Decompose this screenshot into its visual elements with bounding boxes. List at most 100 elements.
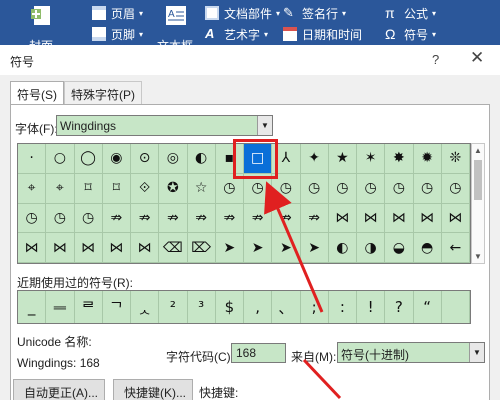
textbox-button[interactable]: A 文本框 — [157, 4, 193, 45]
symbol-cell[interactable]: ◉ — [102, 144, 131, 174]
symbol-cell[interactable]: ⋈ — [46, 233, 75, 263]
wordart-button[interactable]: A 艺术字 ▾ — [205, 24, 268, 44]
shortcut-key-button[interactable]: 快捷键(K)... — [113, 379, 193, 400]
recent-symbol-cell[interactable] — [442, 291, 470, 323]
symbol-cell[interactable]: ◯ — [74, 144, 103, 174]
symbol-cell[interactable]: ◷ — [18, 203, 47, 234]
symbol-cell[interactable]: ⋈ — [441, 203, 470, 234]
recent-symbol-cell[interactable]: ; — [301, 291, 329, 323]
recent-symbols-label: 近期使用过的符号(R): — [17, 276, 133, 290]
symbol-cell[interactable]: ⇏ — [159, 203, 188, 234]
tab-symbols[interactable]: 符号(S) — [10, 81, 64, 105]
symbol-cell[interactable]: ⋈ — [357, 203, 386, 234]
scrollbar-thumb[interactable] — [474, 160, 482, 200]
scroll-down-arrow-icon[interactable]: ▼ — [474, 252, 482, 261]
symbol-cell[interactable]: ◷ — [441, 173, 470, 204]
recent-symbol-cell[interactable]: ? — [385, 291, 414, 323]
symbol-cell[interactable]: ◷ — [328, 173, 357, 204]
symbol-cell[interactable]: ◷ — [46, 203, 75, 234]
recent-symbol-cell[interactable]: ³ — [188, 291, 216, 323]
symbol-cell[interactable]: · — [18, 144, 47, 174]
symbol-cell[interactable]: ⋈ — [328, 203, 357, 234]
cover-button[interactable]: 封面 — [28, 4, 54, 45]
symbol-cell[interactable]: ⌖ — [46, 173, 75, 204]
symbol-cell[interactable]: ⌖ — [18, 173, 47, 204]
symbol-cell[interactable]: ✪ — [159, 173, 188, 204]
symbol-cell[interactable]: ⌫ — [159, 233, 188, 263]
symbol-cell[interactable]: ◐ — [328, 233, 357, 263]
symbol-cell[interactable]: ◓ — [413, 233, 442, 263]
chevron-down-icon[interactable]: ▼ — [257, 116, 272, 135]
symbol-cell[interactable]: ⇏ — [187, 203, 216, 234]
symbol-cell[interactable]: ◷ — [413, 173, 442, 204]
symbol-cell[interactable]: ✸ — [385, 144, 414, 174]
signature-button[interactable]: ✎ 签名行 ▾ — [283, 3, 346, 23]
symbol-cell[interactable]: ◒ — [385, 233, 414, 263]
symbol-cell[interactable]: ☆ — [187, 173, 216, 204]
recent-symbol-cell[interactable]: : — [329, 291, 357, 323]
font-select[interactable]: Wingdings ▼ — [56, 115, 273, 136]
symbol-cell[interactable]: ← — [441, 233, 470, 263]
symbol-cell[interactable]: ⋈ — [102, 233, 131, 263]
scroll-up-arrow-icon[interactable]: ▲ — [474, 146, 482, 155]
symbol-cell[interactable]: ◷ — [74, 203, 103, 234]
recent-symbol-cell[interactable]: , — [244, 291, 273, 323]
symbol-cell[interactable]: ➤ — [300, 233, 329, 263]
symbol-cell[interactable]: ◑ — [357, 233, 386, 263]
symbol-cell[interactable]: ⋈ — [413, 203, 442, 234]
docparts-button[interactable]: 文档部件 ▾ — [205, 3, 280, 23]
datetime-button[interactable]: 日期和时间 — [283, 24, 362, 44]
symbol-cell[interactable]: ⌑ — [74, 173, 103, 204]
symbol-cell[interactable]: ❊ — [441, 144, 470, 174]
recent-symbol-cell[interactable]: ᄅ — [75, 291, 103, 323]
from-select[interactable]: 符号(十进制) ▼ — [337, 342, 485, 363]
symbol-cell[interactable]: ⋈ — [131, 233, 160, 263]
footer-button[interactable]: 页脚 ▾ — [92, 24, 143, 44]
symbol-cell[interactable]: ◐ — [187, 144, 216, 174]
symbol-cell[interactable]: ⇏ — [300, 203, 329, 234]
symbol-cell[interactable]: ⇏ — [131, 203, 160, 234]
equation-button[interactable]: π 公式 ▾ — [385, 3, 436, 23]
recent-symbol-cell[interactable]: ᆖ — [46, 291, 75, 323]
symbol-button[interactable]: Ω 符号 ▾ — [385, 24, 436, 44]
symbol-cell[interactable]: ⊙ — [131, 144, 160, 174]
symbol-cell[interactable]: ⇏ — [244, 203, 273, 234]
recent-symbol-cell[interactable]: ᆺ — [131, 291, 160, 323]
symbol-cell[interactable]: ➤ — [272, 233, 301, 263]
symbol-cell[interactable]: ○ — [46, 144, 75, 174]
autocorrect-button[interactable]: 自动更正(A)... — [13, 379, 105, 400]
recent-symbol-cell[interactable]: _ — [18, 291, 47, 323]
tab-special-characters[interactable]: 特殊字符(P) — [64, 81, 142, 104]
symbol-cell[interactable]: ➤ — [244, 233, 273, 263]
symbol-cell[interactable]: ⌑ — [102, 173, 131, 204]
symbol-cell[interactable]: ◷ — [385, 173, 414, 204]
chevron-down-icon[interactable]: ▼ — [469, 343, 484, 362]
recent-symbol-cell[interactable]: ᄀ — [103, 291, 131, 323]
symbol-cell[interactable]: ◎ — [159, 144, 188, 174]
symbol-cell[interactable]: ⟐ — [131, 173, 160, 204]
symbol-cell[interactable]: ⌦ — [187, 233, 216, 263]
symbol-cell[interactable]: ⇏ — [272, 203, 301, 234]
help-icon[interactable]: ? — [432, 52, 439, 67]
recent-symbol-cell[interactable]: ² — [159, 291, 188, 323]
symbol-cell[interactable]: ➤ — [215, 233, 244, 263]
symbol-cell[interactable]: ✹ — [413, 144, 442, 174]
recent-symbol-cell[interactable]: 、 — [272, 291, 301, 323]
symbol-cell[interactable]: ⇏ — [102, 203, 131, 234]
recent-symbol-cell[interactable]: $ — [216, 291, 244, 323]
symbol-cell[interactable]: ⇏ — [215, 203, 244, 234]
header-button[interactable]: 页眉 ▾ — [92, 3, 143, 23]
symbol-cell[interactable]: ⋈ — [74, 233, 103, 263]
symbol-cell[interactable]: ✦ — [300, 144, 329, 174]
symbol-cell[interactable]: ◷ — [357, 173, 386, 204]
symbol-cell[interactable]: ◷ — [300, 173, 329, 204]
recent-symbol-cell[interactable]: “ — [414, 291, 442, 323]
recent-symbol-cell[interactable]: ! — [357, 291, 386, 323]
symbol-grid-scrollbar[interactable]: ▲ ▼ — [471, 143, 485, 264]
symbol-cell[interactable]: ⋈ — [18, 233, 47, 263]
char-code-input[interactable]: 168 — [231, 343, 286, 363]
symbol-cell[interactable]: ⋈ — [385, 203, 414, 234]
symbol-cell[interactable]: ★ — [328, 144, 357, 174]
symbol-cell[interactable]: ✶ — [357, 144, 386, 174]
close-icon[interactable]: ✕ — [470, 48, 484, 68]
